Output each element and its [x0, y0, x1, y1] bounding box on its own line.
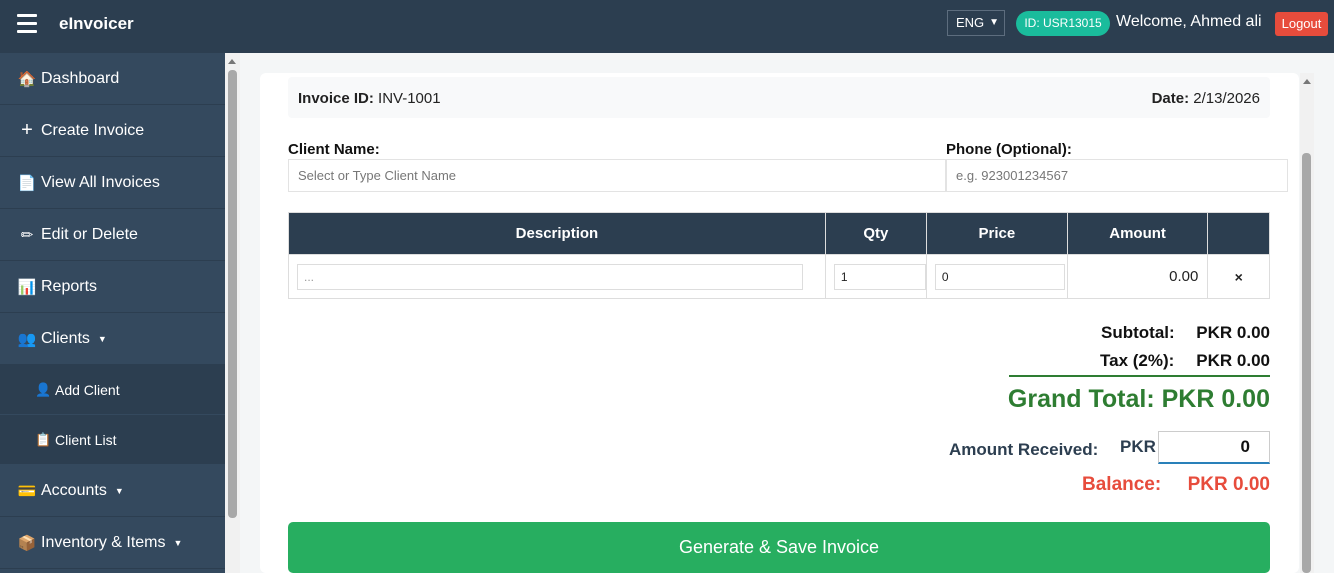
- description-input[interactable]: [297, 263, 803, 290]
- column-header-description: Description: [288, 212, 826, 255]
- main-scrollbar[interactable]: [1300, 73, 1314, 573]
- balance-value: PKR 0.00: [1187, 474, 1270, 495]
- pencil-icon: ✏: [20, 226, 34, 244]
- card-icon: 💳: [17, 482, 37, 500]
- column-header-actions: [1207, 212, 1270, 255]
- column-header-price: Price: [925, 212, 1068, 255]
- scrollbar-thumb[interactable]: [1302, 153, 1311, 573]
- welcome-text: Welcome, Ahmed ali: [1116, 13, 1262, 30]
- sidebar-item-create-invoice[interactable]: + Create Invoice: [0, 105, 225, 157]
- hamburger-menu-icon[interactable]: [17, 14, 37, 34]
- amount-received-input[interactable]: [1158, 431, 1270, 464]
- scrollbar-thumb[interactable]: [228, 70, 237, 518]
- sidebar-item-label: Create Invoice: [41, 121, 145, 139]
- amount-cell: 0.00: [1066, 254, 1209, 299]
- sidebar-item-label: Reports: [41, 277, 98, 295]
- app-title: eInvoicer: [59, 14, 134, 33]
- balance-label: Balance:: [1082, 474, 1162, 495]
- sidebar-item-label: Accounts: [41, 481, 107, 499]
- subtotal-value: PKR 0.00: [1196, 323, 1270, 342]
- amount-received-label: Amount Received:: [949, 440, 1099, 459]
- chevron-down-icon: ▼: [989, 17, 999, 28]
- grand-total: Grand Total: PKR 0.00: [1007, 385, 1270, 413]
- top-bar: eInvoicer ENG ▼ ID: USR13015 Welcome, Ahm…: [0, 0, 1334, 53]
- column-header-qty: Qty: [824, 212, 927, 255]
- box-icon: 📦: [17, 534, 37, 552]
- remove-row-button[interactable]: ×: [1207, 254, 1270, 299]
- language-select[interactable]: ENG ▼: [947, 10, 1005, 36]
- client-name-label: Client Name:: [288, 141, 380, 158]
- sidebar-item-clients[interactable]: 👥 Clients ▼: [0, 313, 225, 365]
- invoice-id-label: Invoice ID:: [298, 90, 374, 107]
- invoice-id: Invoice ID: INV-1001: [298, 90, 441, 107]
- sidebar-subitem-label: Add Client: [55, 381, 120, 398]
- sidebar-item-label: View All Invoices: [41, 173, 160, 191]
- sidebar-item-accounts[interactable]: 💳 Accounts ▼: [0, 465, 225, 517]
- sidebar-item-label: Clients: [41, 329, 90, 347]
- main-content: Invoice ID: INV-1001 Date: 2/13/2026 Cli…: [240, 53, 1334, 573]
- price-input[interactable]: [934, 263, 1065, 290]
- price-cell: [925, 254, 1068, 299]
- invoice-header: Invoice ID: INV-1001 Date: 2/13/2026: [288, 77, 1270, 118]
- sidebar-item-edit-or-delete[interactable]: ✏ Edit or Delete: [0, 209, 225, 261]
- users-icon: 👥: [17, 330, 37, 348]
- invoice-date-label: Date:: [1151, 90, 1190, 107]
- invoice-id-value: INV-1001: [378, 90, 441, 107]
- phone-input[interactable]: [946, 159, 1288, 192]
- invoice-date: Date: 2/13/2026: [1152, 90, 1260, 107]
- home-icon: 🏠: [17, 70, 37, 88]
- table-row: 0.00 ×: [288, 254, 1270, 299]
- sidebar-item-reports[interactable]: 📊 Reports: [0, 261, 225, 313]
- invoice-items-table: Description Qty Price Amount ... 1 0 0.0…: [288, 212, 1270, 299]
- caret-down-icon: ▼: [97, 333, 107, 344]
- totals-divider: [1009, 375, 1270, 377]
- caret-down-icon: ▼: [114, 485, 124, 496]
- scroll-up-icon[interactable]: [1303, 79, 1311, 84]
- scroll-up-icon[interactable]: [228, 59, 236, 64]
- qty-cell: [824, 254, 927, 299]
- sidebar-item-label: Inventory & Items: [41, 533, 166, 551]
- tax-value: PKR 0.00: [1196, 351, 1270, 370]
- phone-label: Phone (Optional):: [946, 141, 1072, 158]
- tax-label: Tax (2%):: [1100, 351, 1175, 370]
- sidebar-scrollbar[interactable]: [225, 53, 240, 573]
- subtotal-label: Subtotal:: [1101, 323, 1175, 342]
- amount-received-currency: PKR: [1120, 437, 1156, 456]
- table-header-row: Description Qty Price Amount: [288, 212, 1270, 255]
- logout-button[interactable]: Logout: [1275, 12, 1328, 36]
- plus-icon: +: [21, 119, 33, 141]
- caret-down-icon: ▼: [173, 537, 183, 548]
- sidebar: 🏠 Dashboard + Create Invoice 📄 View All …: [0, 53, 225, 573]
- sidebar-item-inventory-items[interactable]: 📦 Inventory & Items ▼: [0, 517, 225, 569]
- language-value: ENG: [956, 15, 985, 30]
- clipboard-icon: 📋: [35, 431, 52, 447]
- sidebar-item-dashboard[interactable]: 🏠 Dashboard: [0, 53, 225, 105]
- sidebar-subitem-client-list[interactable]: 📋 Client List: [0, 415, 225, 465]
- sidebar-subitem-label: Client List: [55, 431, 117, 448]
- user-id-badge: ID: USR13015: [1016, 11, 1110, 36]
- qty-input[interactable]: [833, 263, 926, 290]
- user-icon: 👤: [35, 381, 52, 397]
- column-header-amount: Amount: [1066, 212, 1209, 255]
- sidebar-item-view-all-invoices[interactable]: 📄 View All Invoices: [0, 157, 225, 209]
- document-icon: 📄: [17, 174, 37, 192]
- invoice-date-value: 2/13/2026: [1193, 90, 1260, 107]
- sidebar-item-label: Dashboard: [41, 69, 120, 87]
- generate-save-invoice-button[interactable]: Generate & Save Invoice: [288, 522, 1270, 573]
- sidebar-subitem-add-client[interactable]: 👤 Add Client: [0, 365, 225, 415]
- client-name-input[interactable]: [288, 159, 946, 192]
- description-cell: [288, 254, 826, 299]
- sidebar-item-label: Edit or Delete: [41, 225, 138, 243]
- invoice-card: Invoice ID: INV-1001 Date: 2/13/2026 Cli…: [260, 73, 1299, 573]
- chart-icon: 📊: [17, 278, 37, 296]
